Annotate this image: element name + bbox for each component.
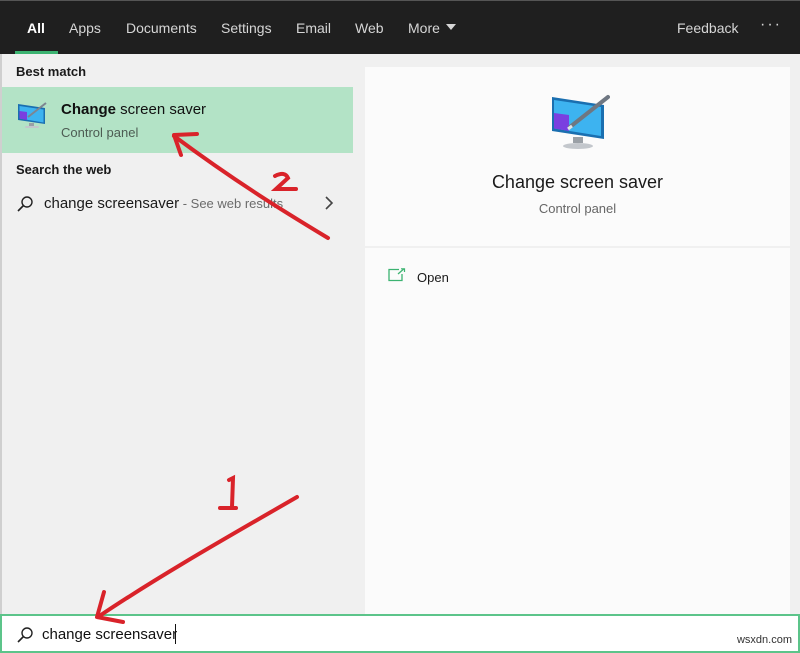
tab-documents[interactable]: Documents	[126, 1, 197, 55]
web-search-result[interactable]: change screensaver - See web results	[2, 186, 355, 222]
best-match-heading: Best match	[16, 64, 87, 79]
best-match-title: Change screen saver	[61, 101, 207, 118]
screen-saver-monitor-icon	[552, 95, 610, 149]
chevron-right-icon[interactable]	[324, 194, 334, 212]
tab-all[interactable]: All	[15, 1, 58, 55]
more-options-button[interactable]: ···	[760, 1, 782, 55]
search-icon	[17, 627, 33, 643]
tab-more-label: More	[408, 20, 440, 36]
tab-more[interactable]: More	[408, 1, 456, 55]
preview-subtitle: Control panel	[538, 201, 617, 216]
search-box[interactable]	[0, 614, 800, 653]
best-match-item[interactable]: Change screen saver Control panel	[2, 87, 355, 153]
search-scope-tabs: All Apps Documents Settings Email Web Mo…	[0, 0, 800, 55]
screen-saver-monitor-icon	[18, 102, 47, 128]
open-icon	[388, 268, 406, 282]
tab-web[interactable]: Web	[355, 1, 384, 55]
preview-title: Change screen saver	[491, 172, 664, 192]
open-action[interactable]: Open	[365, 262, 790, 294]
open-label: Open	[417, 270, 449, 285]
search-web-heading: Search the web	[16, 162, 112, 177]
tab-email[interactable]: Email	[296, 1, 331, 55]
best-match-subtitle: Control panel	[61, 125, 139, 140]
watermark: wsxdn.com	[736, 634, 792, 646]
caret-down-icon	[445, 24, 456, 31]
search-icon	[17, 196, 33, 212]
text-cursor	[175, 624, 176, 644]
web-result-text: change screensaver - See web results	[44, 195, 284, 212]
feedback-button[interactable]: Feedback	[677, 1, 738, 55]
preview-header-card: Change screen saver Control panel	[365, 67, 790, 246]
results-list: Best match Change screen saver Control p…	[0, 54, 355, 614]
windows-search-window: All Apps Documents Settings Email Web Mo…	[0, 0, 800, 653]
tab-apps[interactable]: Apps	[69, 1, 101, 55]
preview-actions-card: Open	[365, 248, 790, 614]
search-input[interactable]	[42, 622, 642, 646]
tab-settings[interactable]: Settings	[221, 1, 272, 55]
